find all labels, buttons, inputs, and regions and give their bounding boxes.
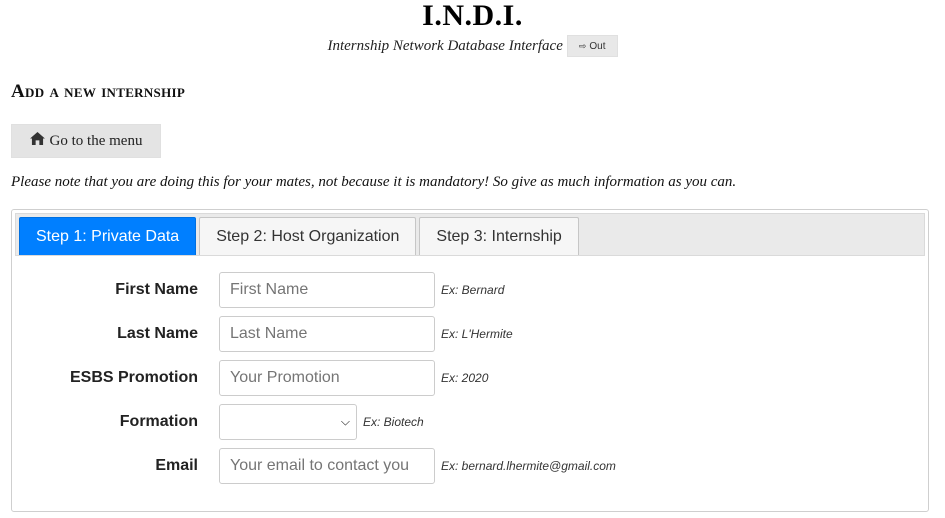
last-name-row: Last Name Ex: L'Hermite	[15, 316, 925, 352]
first-name-label: First Name	[115, 281, 198, 298]
email-row: Email Ex: bernard.lhermite@gmail.com	[15, 448, 925, 484]
last-name-label: Last Name	[117, 325, 198, 342]
first-name-row: First Name Ex: Bernard	[15, 272, 925, 308]
internship-wizard: Step 1: Private Data Step 2: Host Organi…	[11, 209, 929, 512]
go-to-menu-label: Go to the menu	[49, 132, 143, 149]
formation-hint: Ex: Biotech	[363, 415, 424, 429]
formation-select[interactable]: ⌵	[219, 404, 357, 440]
sign-out-icon: ⇨	[578, 40, 587, 51]
wizard-tabs: Step 1: Private Data Step 2: Host Organi…	[15, 213, 925, 256]
go-to-menu-button[interactable]: Go to the menu	[11, 124, 161, 158]
tab-private-data[interactable]: Step 1: Private Data	[19, 217, 197, 255]
tab-internship[interactable]: Step 3: Internship	[419, 217, 579, 255]
promotion-hint: Ex: 2020	[441, 371, 489, 385]
logout-button[interactable]: ⇨ Out	[566, 35, 618, 57]
promotion-input[interactable]	[219, 360, 435, 396]
email-hint: Ex: bernard.lhermite@gmail.com	[441, 459, 616, 473]
tab-host-organization[interactable]: Step 2: Host Organization	[199, 217, 417, 255]
formation-row: Formation ⌵ Ex: Biotech	[15, 404, 925, 440]
page-header: I.N.D.I. Internship Network Database Int…	[0, 0, 945, 62]
promotion-row: ESBS Promotion Ex: 2020	[15, 360, 925, 396]
info-note: Please note that you are doing this for …	[11, 174, 737, 190]
email-input[interactable]	[219, 448, 435, 484]
app-subtitle: Internship Network Database Interface	[327, 37, 563, 54]
home-icon	[29, 132, 45, 150]
last-name-hint: Ex: L'Hermite	[441, 327, 513, 341]
first-name-hint: Ex: Bernard	[441, 283, 505, 297]
first-name-input[interactable]	[219, 272, 435, 308]
chevron-down-icon: ⌵	[340, 414, 350, 429]
subtitle-row: Internship Network Database Interface ⇨ …	[0, 35, 945, 57]
formation-label: Formation	[119, 413, 198, 430]
app-title: I.N.D.I.	[422, 0, 523, 32]
private-data-form: First Name Ex: Bernard Last Name Ex: L'H…	[15, 272, 925, 484]
promotion-label: ESBS Promotion	[69, 369, 198, 386]
page-title: Add a new internship	[11, 81, 186, 102]
email-label: Email	[155, 457, 198, 474]
logout-label: Out	[589, 40, 606, 52]
last-name-input[interactable]	[219, 316, 435, 352]
